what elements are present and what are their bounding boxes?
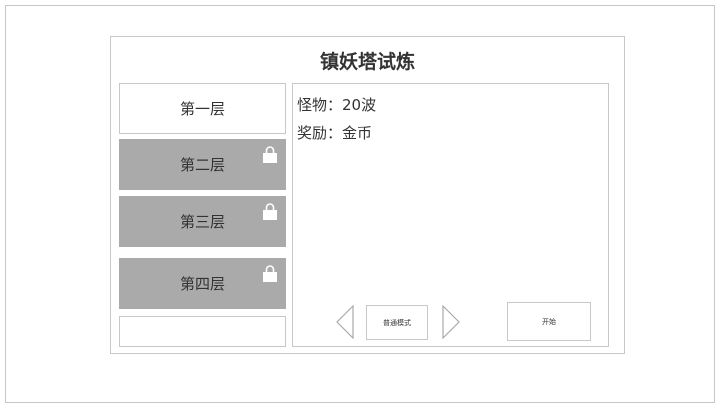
floor-item-3[interactable]: 第三层 xyxy=(119,196,286,247)
start-button[interactable]: 开始 xyxy=(507,302,591,341)
floor-label: 第一层 xyxy=(179,100,225,118)
floor-item-empty xyxy=(119,316,286,347)
app-window: 镇妖塔试炼 第一层 第二层 第三层 第四层 怪物：20波 奖励：金币 普通模式 … xyxy=(5,5,715,403)
lock-icon xyxy=(263,265,277,282)
floor-item-2[interactable]: 第二层 xyxy=(119,139,286,190)
floor-label: 第三层 xyxy=(179,213,225,231)
lock-icon xyxy=(263,146,277,163)
floor-label: 第二层 xyxy=(179,156,225,174)
start-label: 开始 xyxy=(542,317,556,326)
tower-trial-panel: 镇妖塔试炼 第一层 第二层 第三层 第四层 怪物：20波 奖励：金币 普通模式 … xyxy=(110,36,625,354)
reward-text: 奖励：金币 xyxy=(297,124,373,142)
arrow-right-icon[interactable] xyxy=(441,305,461,339)
floor-item-4[interactable]: 第四层 xyxy=(119,258,286,309)
mode-label: 普通模式 xyxy=(383,318,411,327)
floor-item-1[interactable]: 第一层 xyxy=(119,83,286,134)
floor-label: 第四层 xyxy=(179,275,225,293)
arrow-left-icon[interactable] xyxy=(335,305,355,339)
floor-detail-panel: 怪物：20波 奖励：金币 普通模式 开始 xyxy=(292,83,609,347)
page-title: 镇妖塔试炼 xyxy=(319,51,415,73)
lock-icon xyxy=(263,203,277,220)
monster-count-text: 怪物：20波 xyxy=(297,96,377,114)
mode-display: 普通模式 xyxy=(366,305,428,340)
